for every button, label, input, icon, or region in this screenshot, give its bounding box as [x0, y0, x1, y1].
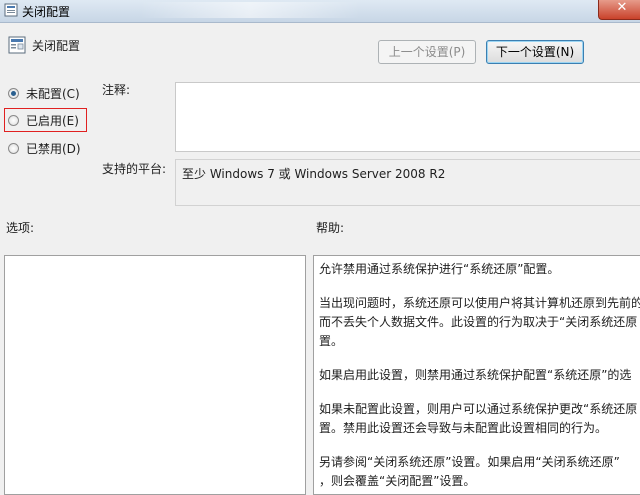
radio-disabled[interactable]: 已禁用(D) — [8, 138, 81, 158]
next-setting-button[interactable]: 下一个设置(N) — [486, 40, 584, 64]
radio-indicator[interactable] — [8, 87, 19, 99]
help-paragraph: 允许禁用通过系统保护进行“系统还原”配置。 — [319, 262, 560, 276]
help-pane[interactable]: 允许禁用通过系统保护进行“系统还原”配置。 当出现问题时，系统还原可以使用户将其… — [313, 255, 640, 495]
comment-textarea[interactable] — [175, 82, 640, 152]
options-label: 选项: — [6, 221, 35, 235]
help-paragraph: 如果启用此设置，则禁用通过系统保护配置“系统还原”的选 — [319, 368, 632, 382]
radio-indicator[interactable] — [8, 142, 19, 154]
radio-label: 未配置(C) — [26, 86, 80, 101]
help-paragraph: 当出现问题时，系统还原可以使用户将其计算机还原到先前的 而不丢失个人数据文件。此设… — [319, 296, 640, 348]
policy-setting-icon — [8, 36, 26, 54]
highlight-annotation — [4, 108, 87, 132]
setting-title: 关闭配置 — [32, 39, 81, 53]
help-label: 帮助: — [316, 221, 345, 235]
help-paragraph: 另请参阅“关闭系统还原”设置。如果启用“关闭系统还原” ，则会覆盖“关闭配置”设置… — [319, 455, 620, 488]
radio-label: 已禁用(D) — [26, 141, 81, 156]
comment-label: 注释: — [102, 83, 131, 97]
policy-icon — [4, 3, 18, 17]
title-bar-glass — [140, 2, 360, 18]
platform-label: 支持的平台: — [102, 162, 167, 176]
radio-not-configured[interactable]: 未配置(C) — [8, 83, 80, 103]
help-paragraph: 如果未配置此设置，则用户可以通过系统保护更改“系统还原 置。禁用此设置还会导致与未… — [319, 402, 638, 435]
previous-setting-button[interactable]: 上一个设置(P) — [378, 40, 476, 64]
platform-field: 至少 Windows 7 或 Windows Server 2008 R2 — [175, 159, 640, 206]
options-pane — [4, 255, 306, 495]
title-bar: 关闭配置 ✕ — [0, 0, 640, 23]
close-button[interactable]: ✕ — [598, 0, 640, 20]
window-title: 关闭配置 — [22, 5, 71, 19]
platform-value: 至少 Windows 7 或 Windows Server 2008 R2 — [182, 167, 446, 181]
